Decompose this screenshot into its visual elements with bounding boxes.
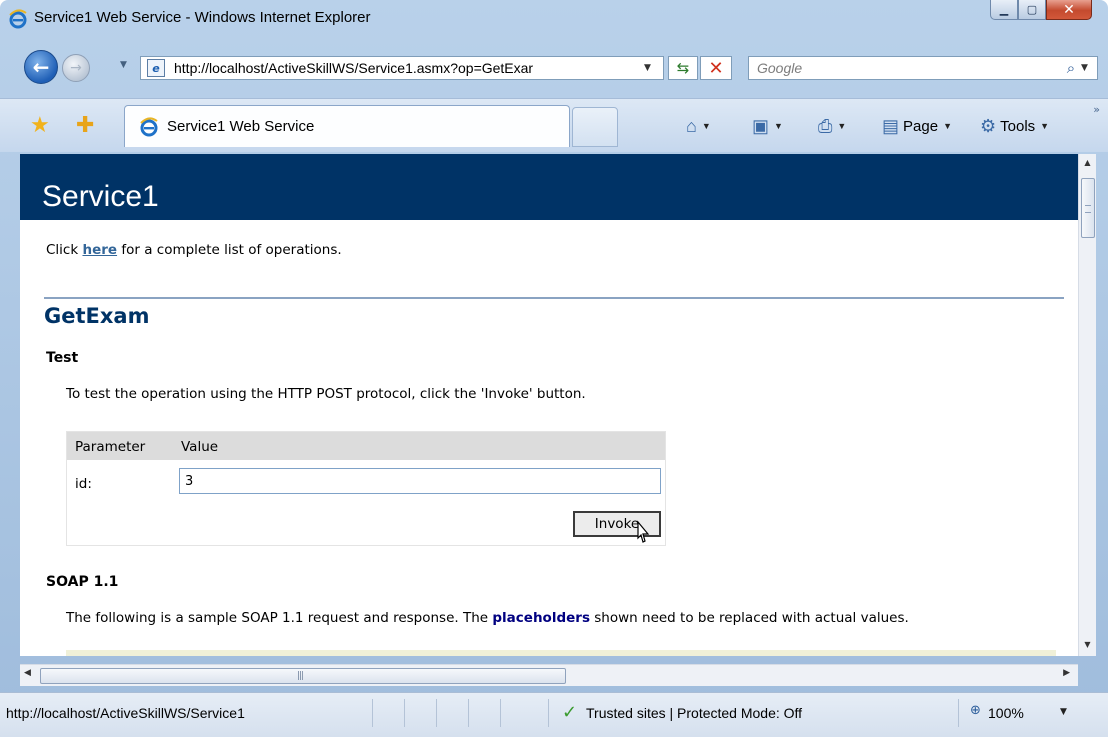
grip-icon: ||| (297, 671, 304, 681)
scroll-left-arrow[interactable]: ◀ (24, 668, 31, 678)
status-bar: http://localhost/ActiveSkillWS/Service1 … (0, 692, 1108, 737)
divider (44, 297, 1064, 299)
tab-service1[interactable]: Service1 Web Service (124, 105, 570, 147)
status-divider (500, 699, 501, 727)
tools-menu[interactable]: ⚙ Tools ▼ (980, 114, 1049, 138)
stop-icon: ✕ (708, 57, 724, 79)
col-value: Value (181, 439, 219, 455)
ie-icon (9, 9, 27, 29)
placeholders-keyword: placeholders (492, 610, 590, 626)
soap-text-1: The following is a sample SOAP 1.1 reque… (66, 610, 493, 626)
zoom-level[interactable]: 100% (988, 705, 1024, 721)
new-tab-button[interactable] (572, 107, 618, 147)
vertical-scroll-thumb[interactable] (1081, 178, 1095, 238)
status-divider (468, 699, 469, 727)
toolbar-overflow-chevron[interactable]: » (1093, 103, 1100, 116)
test-description: To test the operation using the HTTP POS… (66, 386, 586, 402)
add-favorites-icon[interactable]: ✚ (76, 113, 94, 138)
feeds-button[interactable]: ▣ ▼ (752, 114, 783, 138)
horizontal-scroll-thumb[interactable]: ||| (40, 668, 566, 684)
id-input[interactable] (179, 468, 661, 494)
page-icon: e (147, 59, 165, 77)
print-icon: ⎙ (818, 115, 833, 136)
ie-icon (140, 116, 158, 136)
close-button[interactable]: ✕ (1046, 0, 1092, 20)
operations-list-link[interactable]: here (82, 242, 117, 258)
operation-title: GetExam (44, 304, 150, 328)
intro-suffix: for a complete list of operations. (117, 242, 342, 258)
sample-code-box (66, 650, 1056, 656)
vertical-scrollbar[interactable]: ▲ ▼ (1078, 154, 1096, 656)
page-viewport: Service1 Click here for a complete list … (20, 154, 1078, 656)
minimize-button[interactable]: ▁ (990, 0, 1018, 20)
refresh-button[interactable]: ⇆ (668, 56, 698, 80)
scroll-down-arrow[interactable]: ▼ (1079, 640, 1096, 654)
forward-arrow-icon: → (70, 60, 82, 76)
tools-gear-icon: ⚙ (980, 115, 997, 136)
zoom-icon[interactable]: ⊕ (970, 703, 981, 718)
search-dropdown[interactable]: ▼ (1081, 63, 1097, 73)
page-menu[interactable]: ▤ Page ▼ (882, 114, 952, 138)
banner-title: Service1 (42, 180, 159, 213)
soap-heading: SOAP 1.1 (46, 574, 119, 590)
checkmark-icon: ✓ (562, 702, 578, 723)
scroll-up-arrow[interactable]: ▲ (1079, 158, 1096, 172)
browser-window: Service1 Web Service - Windows Internet … (0, 0, 1108, 737)
page-menu-label: Page (903, 117, 939, 135)
horizontal-scrollbar[interactable]: ◀ ||| ▶ (20, 664, 1078, 686)
home-button[interactable]: ⌂ ▼ (686, 114, 711, 138)
home-icon: ⌂ (686, 115, 697, 136)
tab-bar: ★ ✚ Service1 Web Service ⌂ ▼ ▣ ▼ ⎙ ▼ ▤ Page… (0, 98, 1108, 152)
navigation-bar: ← → ▼ e http://localhost/ActiveSkillWS/S… (0, 46, 1108, 86)
security-zone[interactable]: Trusted sites | Protected Mode: Off (586, 705, 802, 721)
forward-button[interactable]: → (62, 54, 90, 82)
search-icon[interactable]: ⌕ (1061, 59, 1081, 77)
soap-text-2: shown need to be replaced with actual va… (589, 610, 909, 626)
feeds-icon: ▣ (752, 115, 770, 136)
soap-description: The following is a sample SOAP 1.1 reque… (66, 610, 1026, 627)
window-title: Service1 Web Service - Windows Internet … (34, 9, 371, 26)
tab-label: Service1 Web Service (167, 118, 315, 135)
intro-text: Click here for a complete list of operat… (46, 242, 1062, 258)
back-button[interactable]: ← (24, 50, 58, 84)
status-divider (548, 699, 549, 727)
page-menu-icon: ▤ (882, 115, 900, 136)
tools-menu-label: Tools (1000, 117, 1036, 135)
status-divider (404, 699, 405, 727)
status-url: http://localhost/ActiveSkillWS/Service1 (6, 705, 245, 721)
mouse-cursor-icon (637, 520, 650, 543)
parameter-table-header: Parameter Value (67, 432, 665, 460)
zoom-dropdown[interactable]: ▼ (1060, 707, 1067, 717)
address-url[interactable]: http://localhost/ActiveSkillWS/Service1.… (174, 60, 638, 76)
back-arrow-icon: ← (32, 55, 50, 79)
address-bar[interactable]: e http://localhost/ActiveSkillWS/Service… (140, 56, 664, 80)
status-divider (372, 699, 373, 727)
intro-prefix: Click (46, 242, 83, 258)
search-input[interactable]: Google (757, 60, 1061, 76)
col-parameter: Parameter (75, 439, 146, 455)
refresh-icon: ⇆ (676, 59, 690, 77)
print-button[interactable]: ⎙ ▼ (818, 114, 846, 138)
favorites-star-icon[interactable]: ★ (30, 113, 50, 138)
grip-icon (1085, 205, 1091, 213)
status-divider (958, 699, 959, 727)
history-dropdown[interactable]: ▼ (120, 60, 127, 70)
parameter-table: Parameter Value id: Invoke (66, 431, 666, 546)
scroll-right-arrow[interactable]: ▶ (1063, 668, 1070, 678)
id-label: id: (75, 476, 92, 492)
page-banner: Service1 (20, 154, 1078, 220)
search-box[interactable]: Google ⌕ ▼ (748, 56, 1098, 80)
address-dropdown[interactable]: ▼ (644, 63, 651, 73)
stop-button[interactable]: ✕ (700, 56, 732, 80)
maximize-button[interactable]: ▢ (1018, 0, 1046, 20)
title-bar: Service1 Web Service - Windows Internet … (0, 0, 1108, 38)
test-heading: Test (46, 350, 79, 366)
caption-buttons: ▁ ▢ ✕ (990, 0, 1092, 26)
status-divider (436, 699, 437, 727)
